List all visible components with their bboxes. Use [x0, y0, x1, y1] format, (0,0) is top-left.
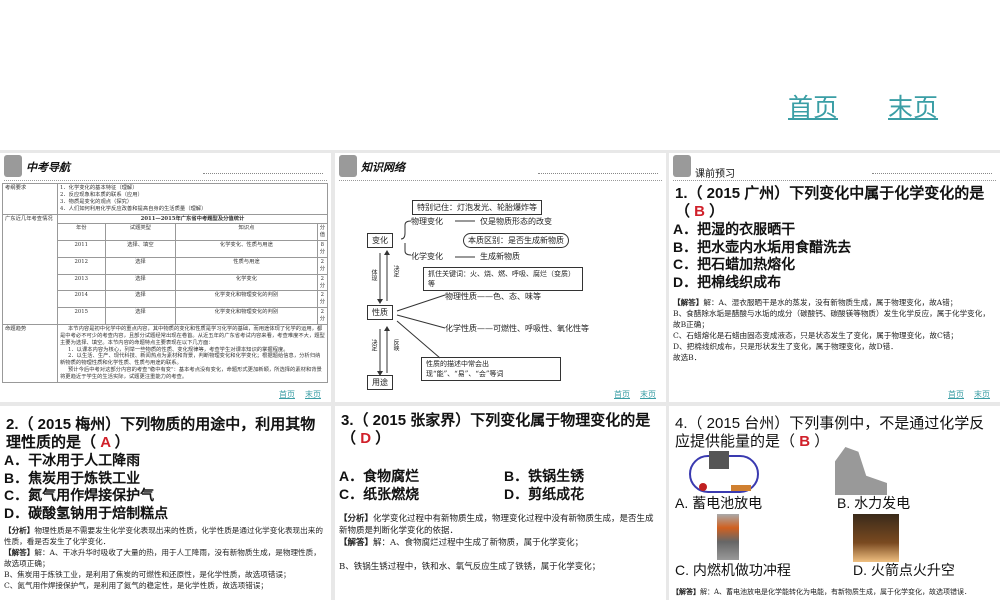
option-a: A．食物腐烂 [339, 468, 420, 484]
chemical-property: 化学性质——可燃性、呼吸性、氧化性等 [445, 324, 589, 333]
last-page-link[interactable]: 末页 [974, 389, 990, 400]
first-page-link[interactable]: 首页 [614, 389, 630, 400]
last-page-link[interactable]: 末页 [888, 88, 938, 124]
slide-title: 课前预习 [695, 169, 735, 180]
use-node: 用途 [367, 375, 393, 390]
option-a: A．干冰用于人工降雨 [4, 452, 141, 468]
last-page-link[interactable]: 末页 [640, 389, 656, 400]
slide-title: 中考导航 [26, 161, 70, 174]
chemical-change-label: 化学变化 [411, 252, 443, 261]
chemical-change-desc: 生成新物质 [480, 252, 520, 261]
answer: D [360, 430, 372, 447]
option-d: D．剪纸成花 [504, 485, 585, 502]
table-title: 2011—2015年广东省中考题型及分值统计 [57, 213, 328, 225]
option-d: D．把棉线织成布 [673, 273, 782, 290]
solution-label: 【解答】 [672, 587, 700, 596]
option-a: A. 蓄电池放电 [675, 495, 763, 511]
slide-header: 课前预习 [673, 153, 996, 181]
exam-table: 考纲要求 1．化学变化的基本特征（理解） 2．反应现象和本质的联系（应用） 3．物质… [2, 183, 329, 383]
analysis-text: 【分析】物理性质是不需要发生化学变化表现出来的性质，化学性质是通过化学变化表现出… [4, 526, 323, 546]
slide-question-3[interactable]: 3.（ 2015 张家界）下列变化属于物理变化的是（ D ） A．食物腐烂 B．… [335, 406, 666, 600]
reflect-label: 反映 [392, 339, 399, 351]
hydropower-image [835, 447, 887, 495]
options: A．食物腐烂 B．铁锅生锈 C．纸张燃烧 D．剪纸成花 [335, 468, 666, 503]
solution-text: 【解答】解：A、食物腐烂过程中生成了新物质，属于化学变化； B、铁锅生锈过程中，铁… [339, 538, 601, 572]
option-d: D. 火箭点火升空 [853, 562, 955, 578]
first-page-link[interactable]: 首页 [948, 389, 964, 400]
answer: A [100, 434, 111, 451]
decide-label: 决定 [370, 339, 377, 351]
slide-knowledge-network[interactable]: 知识网络 特别记住：灯泡发光、轮胎爆炸等 物理变化 仅是物质形态的改变 变化 本… [335, 153, 666, 402]
rocket-launch-image [853, 514, 899, 562]
question-text: 1.（ 2015 广州）下列变化中属于化学变化的是（ B ） [675, 185, 985, 220]
slide-preview[interactable]: 课前预习 1.（ 2015 广州）下列变化中属于化学变化的是（ B ） A．把湿… [669, 153, 1000, 402]
option-c: C．氮气用作焊接保护气 [4, 487, 155, 503]
option-b: B．铁锅生锈 [504, 468, 585, 484]
option-b: B．把水壶内水垢用食醋洗去 [673, 238, 852, 255]
battery-circuit-image [689, 451, 759, 493]
slide-exam-guide[interactable]: 中考导航 考纲要求 1．化学变化的基本特征（理解） 2．反应现象和本质的联系（应用… [0, 153, 331, 402]
physical-change-label: 物理变化 [411, 217, 443, 226]
option-a: A．把湿的衣服晒干 [673, 221, 796, 237]
option-b: B. 水力发电 [837, 495, 911, 511]
embody-label: 体现 [370, 269, 377, 281]
option-c: C. 内燃机做功冲程 [675, 562, 791, 578]
top-nav: 首页 末页 [788, 88, 938, 124]
slide-question-4[interactable]: 4.（ 2015 台州）下列事例中，不是通过化学反应提供能量的是（ B ） A.… [669, 406, 1000, 600]
last-page-link[interactable]: 末页 [305, 389, 321, 400]
guide-icon [4, 155, 22, 177]
first-page-link[interactable]: 首页 [279, 389, 295, 400]
analysis-text: 【分析】化学变化过程中有新物质生成，物理变化过程中没有新物质生成，是否生成新物质… [339, 514, 654, 536]
trend-text: 本节内容是初中化学中的重点内容，其中物质的变化和性质是学习化学的基础，而用途体现… [57, 323, 328, 383]
engine-image [717, 514, 739, 560]
option-d: D．碳酸氢钠用于焙制糕点 [4, 504, 169, 521]
question-text: 4.（ 2015 台州）下列事例中，不是通过化学反应提供能量的是（ B ） [675, 415, 985, 450]
first-page-link[interactable]: 首页 [788, 88, 838, 124]
trend-label: 命题趋势 [2, 323, 58, 383]
req-items: 1．化学变化的基本特征（理解） 2．反应现象和本质的联系（应用） 3．物质是变化的观… [57, 183, 328, 215]
option-c: C．纸张燃烧 [339, 485, 420, 502]
option-b: B．焦炭用于炼铁工业 [4, 469, 141, 486]
solution-text: 【解答】解：A、湿衣服晒干是水的蒸发，没有新物质生成，属于物理变化，故A错； B、… [673, 298, 990, 362]
solution-text: 【解答】解：A、蓄电池放电是化学能转化为电能，有新物质生成，属于化学变化，故选项… [669, 587, 1000, 597]
slide-header: 中考导航 [4, 153, 327, 181]
decide-label: 决定 [392, 265, 399, 277]
essence-box: 本质区别：是否生成新物质 [463, 233, 569, 248]
physical-property: 物理性质——色、态、味等 [445, 292, 541, 301]
req-label: 考纲要求 [2, 183, 58, 215]
image-options: A. 蓄电池放电 B. 水力发电 C. 内燃机做功冲程 D. 火箭点火升空 [669, 447, 1000, 587]
solution-body: 解：A、蓄电池放电是化学能转化为电能，有新物质生成，属于化学变化，故选项错误． [700, 588, 972, 596]
remember-box: 特别记住：灯泡发光、轮胎爆炸等 [412, 200, 542, 215]
answer: B [694, 203, 706, 220]
slide-question-2[interactable]: 2.（ 2015 梅州）下列物质的用途中，利用其物理性质的是（ A ） A．干冰… [0, 406, 331, 600]
question-text: 3.（ 2015 张家界）下列变化属于物理变化的是（ D ） [341, 412, 651, 447]
physical-change-desc: 仅是物质形态的改变 [480, 217, 552, 226]
change-node: 变化 [367, 233, 393, 248]
question-text: 2.（ 2015 梅州）下列物质的用途中，利用其物理性质的是（ A ） [6, 416, 316, 451]
keywords-box: 抓住关键词：火、烧、燃、呼吸、腐烂（变质）等 [423, 267, 583, 291]
slide-grid: 中考导航 考纲要求 1．化学变化的基本特征（理解） 2．反应现象和本质的联系（应用… [0, 150, 1000, 600]
property-desc-box: 性质的描述中常会出现“能”、“易”、“会”等词 [421, 357, 561, 381]
option-c: C．把石蜡加热熔化 [673, 256, 796, 272]
solution-text: 【解答】解：A、干冰升华时吸收了大量的热，用于人工降雨，没有新物质生成，是物理性… [4, 548, 321, 590]
answer: B [799, 433, 811, 450]
book-icon [673, 155, 691, 177]
recent-label: 广东近几年考查情况 [2, 213, 58, 325]
property-node: 性质 [367, 305, 393, 320]
